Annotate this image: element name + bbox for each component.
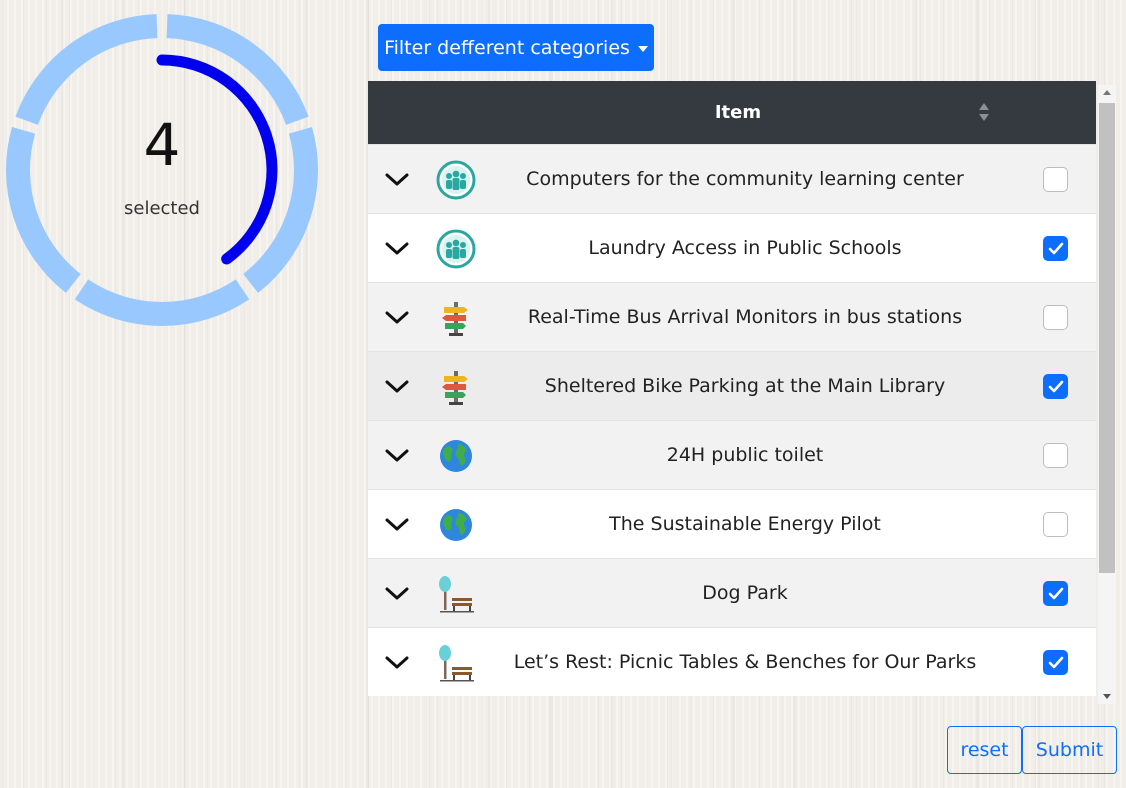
row-title: Dog Park (702, 582, 788, 604)
row-checkbox[interactable] (1043, 443, 1068, 468)
gauge-segment (166, 14, 309, 126)
row-title: Let’s Rest: Picnic Tables & Benches for … (513, 651, 977, 673)
checkmark-icon (1048, 656, 1064, 669)
park-bench-icon (436, 574, 476, 614)
checkmark-icon (1048, 380, 1064, 393)
chevron-down-icon[interactable] (384, 307, 410, 327)
chevron-down-icon[interactable] (384, 514, 410, 534)
community-icon (436, 160, 476, 200)
row-title: 24H public toilet (666, 444, 824, 466)
scroll-up-arrow-icon[interactable] (1103, 90, 1111, 95)
gauge-segment (74, 279, 250, 326)
table-row[interactable]: 24H public toilet (368, 420, 1096, 489)
globe-icon (436, 436, 476, 476)
table-row[interactable]: Computers for the community learning cen… (368, 144, 1096, 213)
table-header: Item (368, 81, 1096, 144)
row-title: Computers for the community learning cen… (526, 168, 964, 190)
row-checkbox[interactable] (1043, 374, 1068, 399)
column-header-item[interactable]: Item (715, 102, 761, 123)
row-title: Laundry Access in Public Schools (588, 237, 902, 259)
selection-gauge: 4 selected (4, 12, 320, 328)
filter-categories-label: Filter defferent categories (384, 36, 630, 59)
chevron-down-icon[interactable] (384, 652, 410, 672)
row-title: The Sustainable Energy Pilot (609, 513, 881, 535)
row-title: Sheltered Bike Parking at the Main Libra… (544, 375, 946, 397)
chevron-down-icon[interactable] (384, 169, 410, 189)
chevron-down-icon[interactable] (384, 445, 410, 465)
park-bench-icon (436, 643, 476, 683)
filter-categories-button[interactable]: Filter defferent categories (378, 24, 654, 71)
selected-label: selected (124, 198, 200, 219)
chevron-down-icon[interactable] (384, 583, 410, 603)
row-checkbox[interactable] (1043, 512, 1068, 537)
signpost-icon (436, 298, 476, 338)
row-checkbox[interactable] (1043, 305, 1068, 330)
row-checkbox[interactable] (1043, 650, 1068, 675)
scroll-down-arrow-icon[interactable] (1103, 694, 1111, 699)
table-row[interactable]: Laundry Access in Public Schools (368, 213, 1096, 282)
signpost-icon (436, 367, 476, 407)
row-checkbox[interactable] (1043, 581, 1068, 606)
selected-count: 4 (143, 111, 181, 179)
chevron-down-icon[interactable] (384, 376, 410, 396)
scrollbar-thumb[interactable] (1099, 103, 1115, 573)
checkmark-icon (1048, 587, 1064, 600)
submit-button[interactable]: Submit (1022, 726, 1117, 774)
row-checkbox[interactable] (1043, 236, 1068, 261)
table-row[interactable]: Sheltered Bike Parking at the Main Libra… (368, 351, 1096, 420)
caret-down-icon (637, 45, 648, 52)
table-row[interactable]: Let’s Rest: Picnic Tables & Benches for … (368, 627, 1096, 696)
row-title: Real-Time Bus Arrival Monitors in bus st… (527, 306, 963, 328)
items-table: Item Computers for the community learnin… (368, 81, 1116, 704)
gauge-segment (15, 14, 158, 126)
table-row[interactable]: The Sustainable Energy Pilot (368, 489, 1096, 558)
table-body: Computers for the community learning cen… (368, 144, 1096, 696)
reset-button[interactable]: reset (947, 726, 1022, 774)
table-scrollbar[interactable] (1098, 85, 1116, 704)
globe-icon (436, 505, 476, 545)
table-row[interactable]: Dog Park (368, 558, 1096, 627)
checkmark-icon (1048, 242, 1064, 255)
row-checkbox[interactable] (1043, 167, 1068, 192)
sort-icon[interactable] (978, 101, 990, 123)
chevron-down-icon[interactable] (384, 238, 410, 258)
table-row[interactable]: Real-Time Bus Arrival Monitors in bus st… (368, 282, 1096, 351)
community-icon (436, 229, 476, 269)
